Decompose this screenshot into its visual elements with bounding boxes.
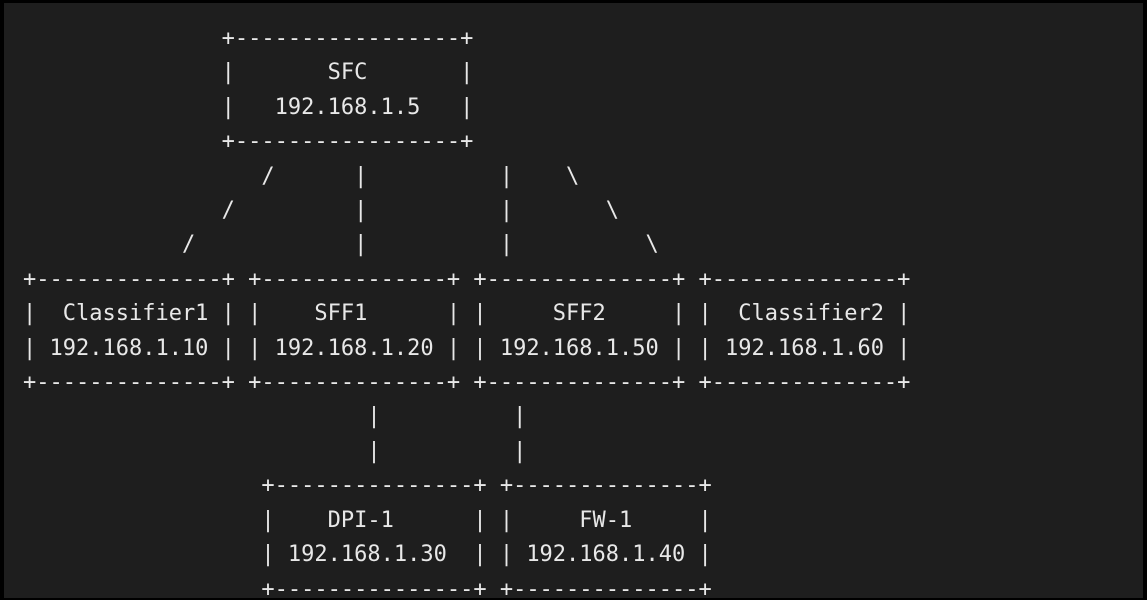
diagram-line-10: | 192.168.1.10 | | 192.168.1.20 | | 192.… (23, 335, 911, 361)
diagram-line-7: / | | \ (23, 232, 659, 258)
diagram-frame: +-----------------+ | SFC | | 192.168.1.… (0, 0, 1147, 600)
diagram-line-2: | SFC | (23, 60, 474, 86)
frame-border-top (0, 0, 1147, 3)
diagram-line-1: +-----------------+ (23, 26, 474, 51)
diagram-line-9: | Classifier1 | | SFF1 | | SFF2 | | Clas… (23, 301, 911, 327)
diagram-line-12: | | (23, 404, 527, 430)
diagram-line-13: | | (23, 438, 527, 464)
diagram-line-6: / | | \ (23, 198, 620, 224)
diagram-line-4: +-----------------+ (23, 129, 474, 155)
diagram-line-3: | 192.168.1.5 | (23, 94, 474, 120)
frame-border-left (0, 0, 4, 600)
diagram-line-15: | DPI-1 | | FW-1 | (23, 507, 712, 533)
diagram-line-17: +---------------+ +--------------+ (23, 576, 712, 600)
diagram-line-14: +---------------+ +--------------+ (23, 473, 712, 499)
ascii-topology-diagram: +-----------------+ | SFC | | 192.168.1.… (23, 22, 910, 600)
diagram-line-11: +--------------+ +--------------+ +-----… (23, 370, 911, 396)
diagram-line-8: +--------------+ +--------------+ +-----… (23, 266, 911, 292)
diagram-line-16: | 192.168.1.30 | | 192.168.1.40 | (23, 542, 712, 568)
diagram-line-5: / | | \ (23, 163, 580, 189)
frame-border-right (1143, 0, 1147, 600)
